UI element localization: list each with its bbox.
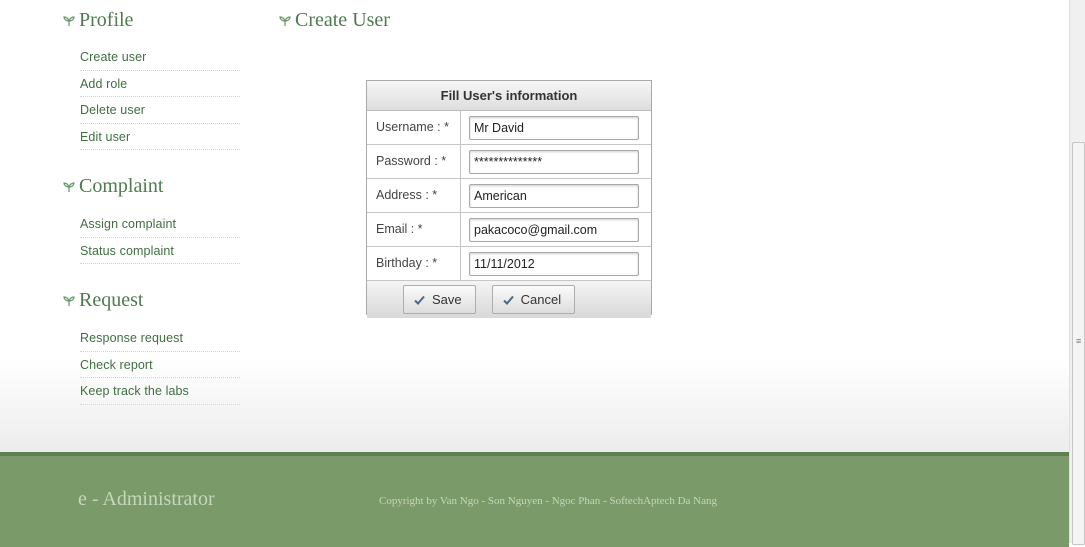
- page-content: Profile Create user Add role Delete user…: [0, 0, 1069, 452]
- page-title-text: Create User: [295, 9, 390, 31]
- scrollbar-thumb[interactable]: ≡: [1072, 142, 1085, 545]
- username-field[interactable]: [469, 115, 639, 140]
- page-title: Create User: [278, 9, 390, 32]
- section-title-text: Request: [79, 289, 144, 311]
- page-footer: e - Administrator Copyright by Van Ngo -…: [0, 452, 1069, 547]
- sidebar-item-add-role[interactable]: Add role: [80, 71, 240, 97]
- form-header: Fill User's information: [367, 81, 651, 111]
- sidebar-item-keep-track-labs[interactable]: Keep track the labs: [80, 378, 240, 405]
- form-row-address: Address : *: [367, 179, 651, 213]
- sidebar-menu-request: Response request Check report Keep track…: [80, 325, 240, 405]
- create-user-form: Fill User's information Username : * Pas…: [366, 80, 652, 318]
- checkmark-icon: [414, 295, 425, 305]
- email-label: Email : *: [367, 213, 461, 246]
- password-field[interactable]: [469, 149, 639, 174]
- sidebar-item-response-request[interactable]: Response request: [80, 325, 240, 352]
- leaf-icon: [62, 14, 76, 28]
- vertical-scrollbar[interactable]: ≡: [1069, 0, 1085, 545]
- section-title-text: Profile: [79, 9, 134, 31]
- sidebar-item-delete-user[interactable]: Delete user: [80, 97, 240, 124]
- sidebar-section-profile-title: Profile: [62, 9, 133, 32]
- form-row-password: Password : *: [367, 145, 651, 179]
- form-actions: Save Cancel: [367, 281, 651, 318]
- section-title-text: Complaint: [79, 175, 164, 197]
- footer-copyright: Copyright by Van Ngo - Son Nguyen - Ngoc…: [379, 495, 717, 507]
- sidebar-item-create-user[interactable]: Create user: [80, 44, 240, 71]
- address-field[interactable]: [469, 183, 639, 208]
- sidebar-item-assign-complaint[interactable]: Assign complaint: [80, 211, 240, 238]
- footer-brand: e - Administrator: [78, 488, 215, 510]
- email-field[interactable]: [469, 217, 639, 242]
- password-label: Password : *: [367, 145, 461, 178]
- save-button[interactable]: Save: [403, 285, 476, 314]
- birthday-field[interactable]: [469, 251, 639, 276]
- checkmark-icon: [502, 295, 514, 305]
- leaf-icon: [278, 14, 292, 28]
- sidebar-menu-profile: Create user Add role Delete user Edit us…: [80, 44, 240, 150]
- save-button-label: Save: [432, 292, 462, 307]
- leaf-icon: [62, 180, 76, 194]
- sidebar-section-request-title: Request: [62, 289, 143, 312]
- sidebar-item-edit-user[interactable]: Edit user: [80, 124, 240, 150]
- cancel-button-label: Cancel: [520, 292, 562, 307]
- sidebar-menu-complaint: Assign complaint Status complaint: [80, 211, 240, 264]
- form-row-birthday: Birthday : *: [367, 247, 651, 281]
- sidebar-section-complaint-title: Complaint: [62, 175, 163, 198]
- sidebar-item-status-complaint[interactable]: Status complaint: [80, 238, 240, 264]
- leaf-icon: [62, 294, 76, 308]
- address-label: Address : *: [367, 179, 461, 212]
- sidebar-item-check-report[interactable]: Check report: [80, 352, 240, 378]
- grip-icon: ≡: [1076, 336, 1082, 346]
- cancel-button[interactable]: Cancel: [491, 285, 576, 314]
- birthday-label: Birthday : *: [367, 247, 461, 280]
- form-row-email: Email : *: [367, 213, 651, 247]
- form-row-username: Username : *: [367, 111, 651, 145]
- username-label: Username : *: [367, 111, 461, 144]
